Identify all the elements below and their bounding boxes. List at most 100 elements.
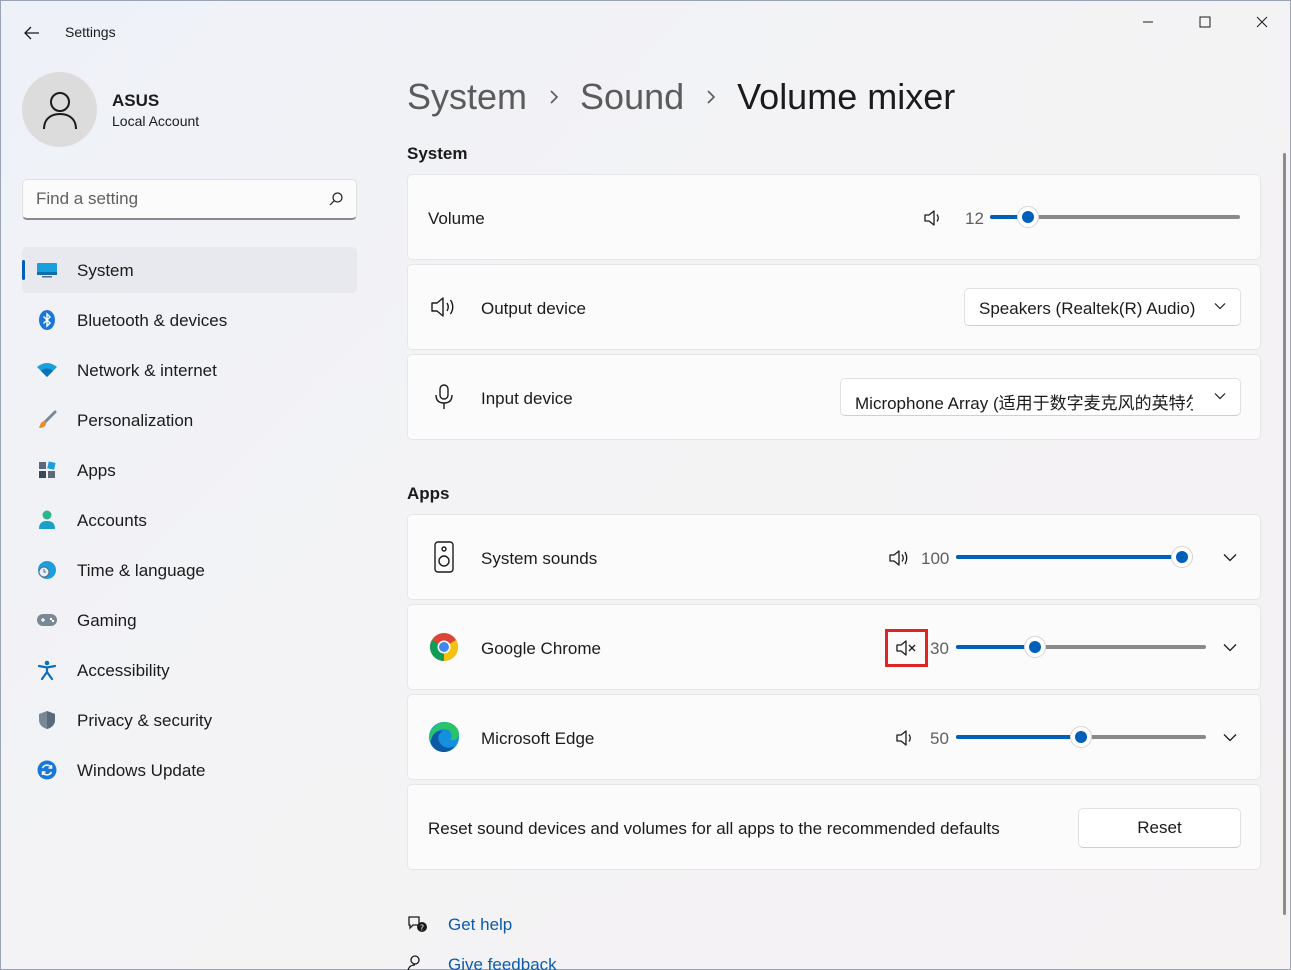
input-device-value: Microphone Array (适用于数字麦克风的英特尔® 智音技术) bbox=[855, 394, 1193, 413]
accessibility-icon bbox=[36, 660, 58, 680]
speaker-loud-icon bbox=[428, 291, 460, 323]
app-name: Microsoft Edge bbox=[481, 729, 595, 748]
app-volume-value: 100 bbox=[921, 549, 950, 568]
avatar[interactable] bbox=[22, 72, 97, 147]
sidebar-item-label: Windows Update bbox=[77, 761, 206, 780]
minimize-button[interactable] bbox=[1125, 7, 1171, 37]
maximize-button[interactable] bbox=[1182, 7, 1228, 37]
apps-icon bbox=[36, 460, 58, 480]
user-name: ASUS bbox=[112, 91, 160, 110]
volume-value: 12 bbox=[965, 209, 984, 228]
sidebar-item-label: Privacy & security bbox=[77, 711, 213, 730]
sidebar-item-apps[interactable]: Apps bbox=[22, 447, 357, 493]
chevron-down-icon[interactable] bbox=[1222, 551, 1238, 563]
sidebar-item-label: Apps bbox=[77, 461, 116, 480]
give-feedback-link[interactable]: Give feedback bbox=[448, 955, 557, 970]
app-name: Google Chrome bbox=[481, 639, 602, 658]
sidebar-nav: System Bluetooth & devices Network & int… bbox=[22, 247, 357, 797]
get-help-row[interactable]: ? Get help bbox=[407, 912, 512, 936]
get-help-link[interactable]: Get help bbox=[448, 915, 512, 935]
feedback-icon bbox=[407, 953, 429, 970]
reset-description: Reset sound devices and volumes for all … bbox=[428, 819, 1000, 838]
slider-thumb[interactable] bbox=[1070, 726, 1092, 748]
scrollbar[interactable] bbox=[1283, 153, 1286, 915]
sidebar-item-gaming[interactable]: Gaming bbox=[22, 597, 357, 643]
sidebar-item-bluetooth[interactable]: Bluetooth & devices bbox=[22, 297, 357, 343]
slider-thumb[interactable] bbox=[1017, 206, 1040, 228]
back-arrow-icon bbox=[24, 26, 39, 40]
search-box[interactable] bbox=[22, 179, 357, 220]
minimize-icon bbox=[1143, 21, 1153, 23]
chevron-right-icon bbox=[527, 89, 580, 105]
system-icon bbox=[36, 260, 58, 280]
sidebar-item-privacy[interactable]: Privacy & security bbox=[22, 697, 357, 743]
back-button[interactable] bbox=[15, 19, 49, 47]
sidebar-item-label: Accessibility bbox=[77, 661, 170, 680]
app-volume-value: 30 bbox=[930, 639, 949, 658]
app-card-system-sounds: System sounds 100 bbox=[407, 514, 1261, 600]
volume-slider[interactable] bbox=[990, 206, 1240, 228]
chevron-down-icon bbox=[1214, 303, 1226, 310]
give-feedback-row[interactable]: Give feedback bbox=[407, 952, 557, 970]
sidebar-item-accounts[interactable]: Accounts bbox=[22, 497, 357, 543]
sidebar-item-label: Network & internet bbox=[77, 361, 217, 380]
app-volume-value: 50 bbox=[930, 729, 949, 748]
mute-button-highlight bbox=[885, 629, 928, 667]
speaker-icon[interactable] bbox=[894, 728, 916, 748]
app-card-google-chrome: Google Chrome 30 bbox=[407, 604, 1261, 690]
search-icon[interactable] bbox=[328, 191, 344, 207]
sidebar-item-label: Personalization bbox=[77, 411, 194, 430]
sidebar-item-label: Accounts bbox=[77, 511, 147, 530]
input-device-dropdown[interactable]: Microphone Array (适用于数字麦克风的英特尔® 智音技术) bbox=[840, 378, 1241, 416]
chrome-icon bbox=[428, 631, 460, 663]
app-title: Settings bbox=[65, 24, 116, 40]
app-name: System sounds bbox=[481, 549, 598, 568]
output-device-value: Speakers (Realtek(R) Audio) bbox=[979, 299, 1196, 318]
sidebar-item-network[interactable]: Network & internet bbox=[22, 347, 357, 393]
output-device-label: Output device bbox=[481, 299, 586, 318]
sidebar-item-time-language[interactable]: Time & language bbox=[22, 547, 357, 593]
section-title-apps: Apps bbox=[407, 484, 450, 503]
app-volume-slider[interactable] bbox=[956, 636, 1206, 658]
chevron-down-icon[interactable] bbox=[1222, 731, 1238, 743]
gamepad-icon bbox=[36, 610, 58, 630]
sidebar-item-personalization[interactable]: Personalization bbox=[22, 397, 357, 443]
maximize-icon bbox=[1199, 16, 1211, 28]
sidebar-item-label: Bluetooth & devices bbox=[77, 311, 228, 330]
output-device-card: Output device Speakers (Realtek(R) Audio… bbox=[407, 264, 1261, 350]
speaker-loud-icon[interactable] bbox=[888, 548, 910, 568]
chevron-down-icon bbox=[1214, 393, 1226, 400]
slider-thumb[interactable] bbox=[1024, 636, 1047, 658]
help-icon: ? bbox=[407, 913, 429, 935]
chevron-down-icon[interactable] bbox=[1222, 641, 1238, 653]
sidebar-item-windows-update[interactable]: Windows Update bbox=[22, 747, 357, 793]
accounts-icon bbox=[36, 510, 58, 530]
settings-window: Settings ASUS Local Account System bbox=[0, 0, 1291, 970]
app-volume-slider[interactable] bbox=[956, 726, 1206, 748]
page-title: Volume mixer bbox=[737, 76, 956, 117]
reset-button[interactable]: Reset bbox=[1078, 808, 1241, 848]
search-input[interactable] bbox=[36, 189, 316, 209]
app-volume-slider[interactable] bbox=[956, 546, 1193, 568]
slider-thumb[interactable] bbox=[1171, 546, 1193, 568]
close-icon bbox=[1256, 16, 1268, 28]
close-button[interactable] bbox=[1239, 7, 1285, 37]
chevron-right-icon bbox=[684, 89, 737, 105]
section-title-system: System bbox=[407, 144, 468, 163]
sidebar-item-accessibility[interactable]: Accessibility bbox=[22, 647, 357, 693]
microphone-icon bbox=[428, 381, 460, 413]
bluetooth-icon bbox=[36, 310, 58, 330]
wifi-icon bbox=[36, 360, 58, 380]
reset-card: Reset sound devices and volumes for all … bbox=[407, 784, 1261, 870]
speaker-icon[interactable] bbox=[922, 208, 944, 228]
sidebar-item-label: System bbox=[77, 261, 134, 280]
sidebar-item-label: Gaming bbox=[77, 611, 137, 630]
sidebar-item-system[interactable]: System bbox=[22, 247, 357, 293]
breadcrumb-system[interactable]: System bbox=[407, 76, 527, 118]
shield-icon bbox=[36, 710, 58, 730]
edge-icon bbox=[428, 721, 460, 753]
update-icon bbox=[36, 760, 58, 780]
output-device-dropdown[interactable]: Speakers (Realtek(R) Audio) bbox=[964, 288, 1241, 326]
person-icon bbox=[42, 91, 77, 129]
breadcrumb-sound[interactable]: Sound bbox=[580, 76, 684, 118]
